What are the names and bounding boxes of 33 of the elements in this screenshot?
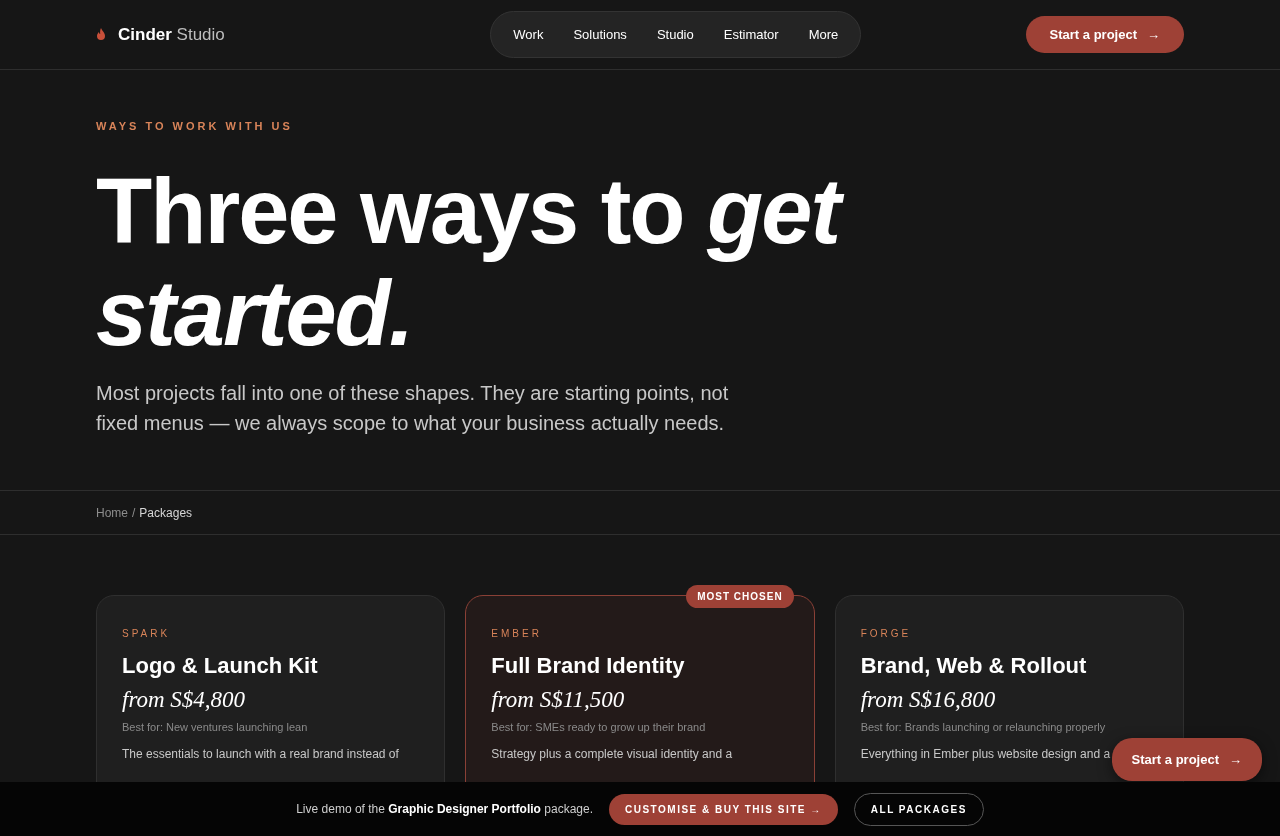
package-price: from S$4,800 — [122, 687, 247, 713]
customise-button[interactable]: CUSTOMISE & BUY THIS SITE → — [609, 793, 838, 825]
package-name: Brand, Web & Rollout — [860, 653, 1088, 679]
package-best-for: Best for: Brands launching or relaunching properly — [860, 721, 1107, 733]
package-price: from S$16,800 — [860, 687, 997, 713]
hero-lead: Most projects fall into one of these shapes. They are starting points, not fixed menus — we always scope to what your business actually needs. — [96, 381, 730, 436]
package-tier-label: SPARK — [122, 628, 172, 639]
package-price: from S$11,500 — [491, 687, 626, 713]
brand-name[interactable]: Cinder Studio — [118, 24, 225, 45]
package-description: The essentials to launch with a real brand instead of — [122, 747, 399, 761]
demo-text: Live demo of the Graphic Designer Portfolio package. — [296, 802, 593, 816]
nav-link[interactable]: Solutions — [561, 18, 639, 51]
breadcrumb-link[interactable]: Packages — [139, 505, 193, 520]
package-description: Everything in Ember plus website design and a — [860, 747, 1111, 761]
flame-icon — [96, 28, 106, 41]
package-name: Full Brand Identity — [491, 653, 686, 679]
breadcrumb-link[interactable]: Home — [96, 505, 128, 520]
floating-start-project-button[interactable]: Start a project → — [1111, 738, 1262, 781]
nav-link[interactable]: More — [796, 18, 851, 51]
package-best-for: Best for: New ventures launching lean — [122, 721, 309, 733]
nav-link[interactable]: Studio — [644, 18, 706, 51]
eyebrow: WAYS TO WORK WITH US — [96, 120, 294, 132]
package-name: Logo & Launch Kit — [122, 653, 319, 679]
package-tier-label: FORGE — [860, 628, 913, 639]
package-tier-label: EMBER — [491, 628, 543, 639]
most-chosen-badge: MOST CHOSEN — [686, 585, 794, 608]
hero-title: Three ways to get started. — [96, 160, 856, 364]
nav-link[interactable]: Estimator — [711, 18, 791, 51]
breadcrumb-separator: / — [132, 505, 136, 520]
nav-link[interactable]: Work — [501, 18, 556, 51]
package-description: Strategy plus a complete visual identity and a — [491, 747, 733, 761]
package-best-for: Best for: SMEs ready to grow up their brand — [491, 721, 707, 733]
start-project-button[interactable]: Start a project → — [1025, 16, 1184, 53]
